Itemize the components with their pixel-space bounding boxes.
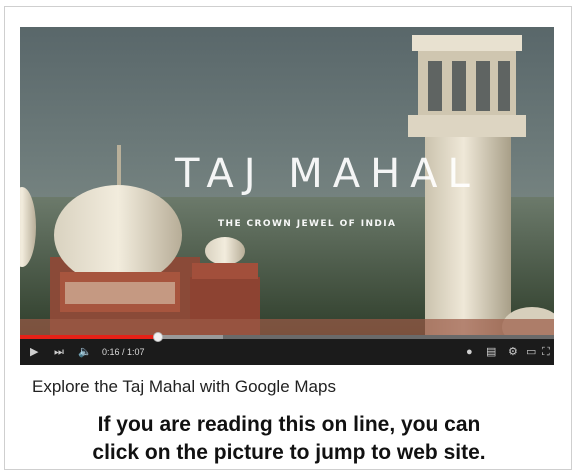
time-current: 0:16 bbox=[102, 347, 120, 357]
progress-bar[interactable] bbox=[20, 332, 554, 342]
volume-icon[interactable]: 🔈 bbox=[78, 346, 92, 358]
progress-handle[interactable] bbox=[152, 332, 163, 342]
time-total: 1:07 bbox=[127, 347, 145, 357]
time-readout: 0:16 / 1:07 bbox=[102, 347, 145, 357]
video-title-overlay: TAJ MAHAL bbox=[175, 151, 480, 197]
settings-icon[interactable]: ⚙ bbox=[508, 346, 518, 358]
progress-fill bbox=[20, 335, 158, 339]
captions-icon[interactable]: ▤ bbox=[486, 346, 496, 358]
footer-line-2: click on the picture to jump to web site… bbox=[92, 441, 486, 464]
fullscreen-icon[interactable]: ⛶ bbox=[542, 346, 550, 358]
next-icon[interactable]: ⏭ bbox=[54, 346, 64, 358]
video-player[interactable]: TAJ MAHAL THE CROWN JEWEL OF INDIA ▶ ⏭ 🔈… bbox=[20, 27, 554, 365]
video-controls: ▶ ⏭ 🔈 0:16 / 1:07 ● ▤ ⚙ ▭ ⛶ bbox=[20, 332, 554, 365]
video-caption-bar[interactable]: Explore the Taj Mahal with Google Maps bbox=[20, 365, 554, 408]
video-subtitle-overlay: THE CROWN JEWEL OF INDIA bbox=[218, 219, 397, 229]
info-icon[interactable]: ● bbox=[466, 346, 473, 358]
footer-line-1: If you are reading this on line, you can bbox=[97, 413, 481, 436]
theater-icon[interactable]: ▭ bbox=[526, 346, 536, 358]
play-icon[interactable]: ▶ bbox=[30, 346, 38, 358]
video-caption[interactable]: Explore the Taj Mahal with Google Maps bbox=[32, 377, 336, 397]
footer-instructions: If you are reading this on line, you can… bbox=[0, 411, 578, 467]
